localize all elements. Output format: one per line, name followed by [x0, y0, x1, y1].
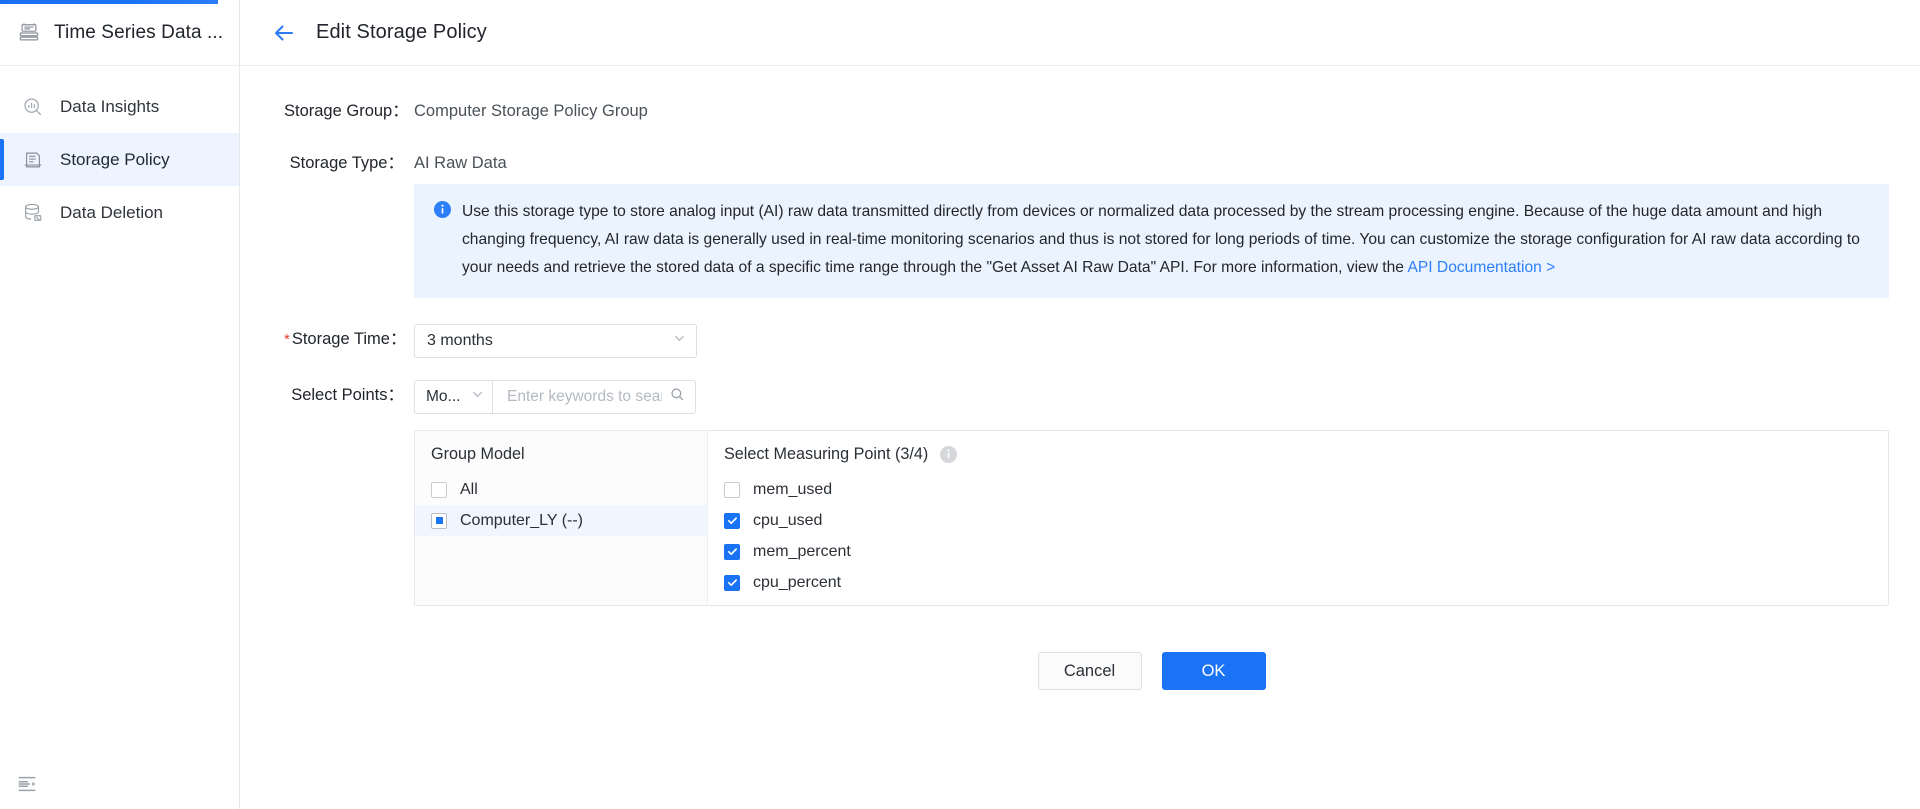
points-mode-select[interactable]: Mo... [414, 380, 492, 414]
sidebar-item-label: Data Insights [60, 96, 160, 116]
checkbox[interactable] [724, 512, 740, 529]
checkbox[interactable] [431, 512, 447, 529]
info-banner-body: Use this storage type to store analog in… [462, 203, 1860, 276]
sidebar-brand[interactable]: Time Series Data ... [0, 0, 239, 66]
storage-time-label-text: Storage Time： [291, 330, 407, 348]
storage-group-value: Computer Storage Policy Group [414, 102, 648, 120]
search-icon[interactable] [670, 387, 685, 407]
sidebar-item-data-deletion[interactable]: Data Deletion [0, 186, 239, 239]
measuring-point-header-text: Select Measuring Point (3/4) [724, 445, 929, 463]
page-title: Edit Storage Policy [316, 21, 487, 43]
storage-time-value: 3 months [427, 332, 493, 349]
chevron-down-icon [471, 388, 484, 406]
list-item-label: mem_percent [753, 542, 851, 560]
select-points-row: Select Points： Mo... [284, 380, 1889, 414]
app-root: Time Series Data ... Data Insights Stora… [0, 0, 1920, 809]
measuring-point-row-mem-percent[interactable]: mem_percent [708, 536, 1888, 567]
info-circle-icon [434, 201, 451, 282]
sidebar-item-data-insights[interactable]: Data Insights [0, 80, 239, 133]
storage-type-label: Storage Type： [289, 154, 404, 172]
points-search-box[interactable] [492, 380, 696, 414]
list-item-label: cpu_used [753, 511, 823, 529]
storage-type-value: AI Raw Data [414, 154, 507, 172]
sidebar-item-label: Data Deletion [60, 202, 164, 222]
group-model-row-all[interactable]: All [415, 474, 707, 505]
database-delete-icon [22, 202, 44, 224]
storage-group-row: Storage Group： Computer Storage Policy G… [284, 96, 1889, 126]
main-area: Edit Storage Policy Storage Group： Compu… [240, 0, 1920, 809]
storage-time-select[interactable]: 3 months [414, 324, 697, 358]
checkbox[interactable] [431, 481, 447, 498]
api-documentation-link[interactable]: API Documentation > [1407, 259, 1555, 276]
sidebar-brand-title: Time Series Data ... [54, 21, 224, 43]
measuring-point-row-cpu-used[interactable]: cpu_used [708, 505, 1888, 536]
storage-time-label: * Storage Time： [284, 324, 414, 355]
required-mark: * [284, 331, 290, 348]
top-progress-strip [0, 0, 218, 4]
list-item-label: cpu_percent [753, 573, 842, 591]
points-mode-value: Mo... [426, 388, 461, 405]
chart-search-icon [22, 96, 44, 118]
checkbox[interactable] [724, 543, 740, 560]
info-banner-text: Use this storage type to store analog in… [462, 198, 1869, 282]
select-points-label: Select Points： [291, 386, 404, 404]
list-item-label: Computer_LY (--) [460, 511, 583, 529]
cancel-button[interactable]: Cancel [1037, 652, 1142, 690]
measuring-point-row-mem-used[interactable]: mem_used [708, 474, 1888, 505]
info-tooltip-icon[interactable] [940, 446, 958, 463]
sidebar: Time Series Data ... Data Insights Stora… [0, 0, 240, 809]
group-model-header: Group Model [431, 445, 525, 463]
sidebar-item-label: Storage Policy [60, 149, 170, 169]
measuring-point-transfer-panel: Group Model All Computer_LY (--) Select … [414, 430, 1889, 606]
form-content: Storage Group： Computer Storage Policy G… [240, 66, 1920, 690]
group-model-row-computer-ly[interactable]: Computer_LY (--) [415, 505, 707, 536]
ok-button[interactable]: OK [1161, 652, 1266, 690]
info-banner: Use this storage type to store analog in… [414, 184, 1889, 298]
collapse-sidebar-icon[interactable] [16, 773, 38, 795]
measuring-point-header: Select Measuring Point (3/4) [708, 445, 1888, 474]
storage-group-label: Storage Group： [284, 102, 409, 120]
timeseries-database-icon [18, 22, 40, 44]
sidebar-item-storage-policy[interactable]: Storage Policy [0, 133, 239, 186]
page-header: Edit Storage Policy [240, 0, 1920, 66]
list-item-label: All [460, 480, 478, 498]
chevron-down-icon [673, 332, 686, 350]
back-arrow-icon[interactable] [272, 21, 296, 45]
group-model-column: Group Model All Computer_LY (--) [415, 431, 708, 605]
measuring-point-column: Select Measuring Point (3/4) mem_used cp… [708, 431, 1888, 605]
measuring-point-row-cpu-percent[interactable]: cpu_percent [708, 567, 1888, 598]
form-actions: Cancel OK [414, 652, 1889, 690]
storage-time-row: * Storage Time： 3 months [284, 324, 1889, 358]
storage-type-row: Storage Type： AI Raw Data [284, 148, 1889, 178]
list-item-label: mem_used [753, 480, 833, 498]
search-input[interactable] [505, 387, 664, 407]
storage-policy-icon [22, 149, 44, 171]
checkbox[interactable] [724, 481, 740, 498]
select-points-control: Mo... [414, 380, 696, 414]
sidebar-nav: Data Insights Storage Policy Data Deleti… [0, 66, 239, 239]
checkbox[interactable] [724, 574, 740, 591]
